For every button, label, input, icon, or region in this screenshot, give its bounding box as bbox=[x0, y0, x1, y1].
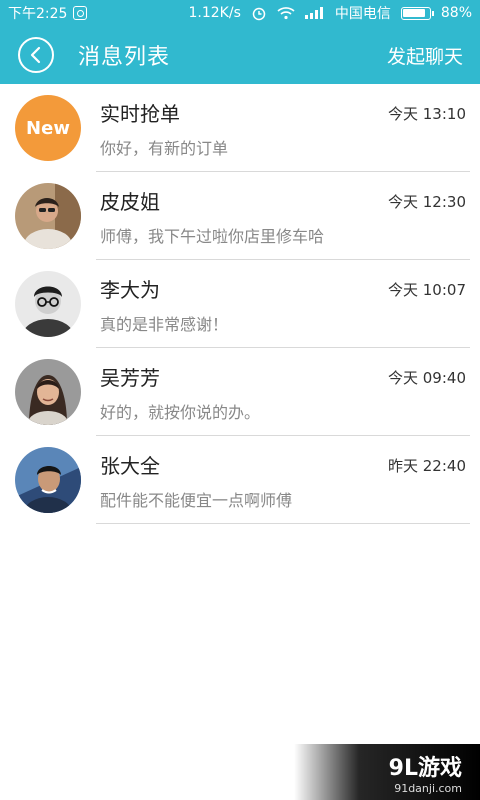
avatar bbox=[15, 359, 81, 425]
avatar bbox=[15, 271, 81, 337]
avatar bbox=[15, 183, 81, 249]
avatar bbox=[15, 447, 81, 513]
status-time: 下午2:25 bbox=[8, 6, 68, 22]
message-time: 今天 12:30 bbox=[388, 193, 466, 211]
message-time: 今天 10:07 bbox=[388, 281, 466, 299]
message-time: 今天 13:10 bbox=[388, 105, 466, 123]
watermark-logo: 9L游戏 bbox=[388, 755, 462, 781]
back-button[interactable] bbox=[18, 37, 54, 73]
contact-name: 皮皮姐 bbox=[100, 190, 160, 214]
watermark-url: 91danji.com bbox=[394, 781, 462, 795]
start-chat-button[interactable]: 发起聊天 bbox=[387, 42, 463, 69]
notification-app-icon bbox=[73, 6, 88, 20]
battery-percent: 88% bbox=[440, 5, 472, 21]
message-item-2[interactable]: 李大为 今天 10:07 真的是非常感谢！ bbox=[0, 260, 480, 348]
site-watermark: 9L游戏 91danji.com bbox=[294, 744, 480, 800]
message-preview: 真的是非常感谢！ bbox=[100, 315, 229, 334]
message-time: 今天 09:40 bbox=[388, 369, 466, 387]
contact-name: 李大为 bbox=[100, 278, 160, 302]
message-item-1[interactable]: 皮皮姐 今天 12:30 师傅，我下午过啦你店里修车哈 bbox=[0, 172, 480, 260]
carrier-name: 中国电信 bbox=[334, 6, 391, 22]
wifi-icon bbox=[277, 6, 295, 20]
message-preview: 配件能不能便宜一点啊师傅 bbox=[100, 491, 293, 510]
page-title: 消息列表 bbox=[78, 45, 171, 70]
message-item-0[interactable]: New 实时抢单 今天 13:10 你好，有新的订单 bbox=[0, 84, 480, 172]
network-speed: 1.12K/s bbox=[188, 5, 241, 21]
signal-icon bbox=[304, 7, 325, 19]
contact-name: 吴芳芳 bbox=[100, 366, 160, 390]
contact-name: 实时抢单 bbox=[100, 102, 180, 126]
contact-name: 张大全 bbox=[100, 454, 160, 478]
app-bar: 消息列表 发起聊天 bbox=[0, 26, 480, 84]
battery-icon bbox=[400, 6, 434, 20]
message-preview: 你好，有新的订单 bbox=[100, 139, 229, 158]
message-list: New 实时抢单 今天 13:10 你好，有新的订单 皮皮姐 今天 12:30 … bbox=[0, 84, 480, 524]
message-preview: 师傅，我下午过啦你店里修车哈 bbox=[100, 227, 325, 246]
status-bar: 下午2:25 1.12K/s 中国电信 88% bbox=[0, 0, 480, 26]
message-item-3[interactable]: 吴芳芳 今天 09:40 好的，就按你说的办。 bbox=[0, 348, 480, 436]
message-item-4[interactable]: 张大全 昨天 22:40 配件能不能便宜一点啊师傅 bbox=[0, 436, 480, 524]
alarm-icon bbox=[251, 5, 267, 21]
message-preview: 好的，就按你说的办。 bbox=[100, 403, 261, 422]
chevron-left-icon bbox=[30, 46, 41, 64]
new-order-avatar: New bbox=[15, 95, 81, 161]
message-time: 昨天 22:40 bbox=[388, 457, 466, 475]
